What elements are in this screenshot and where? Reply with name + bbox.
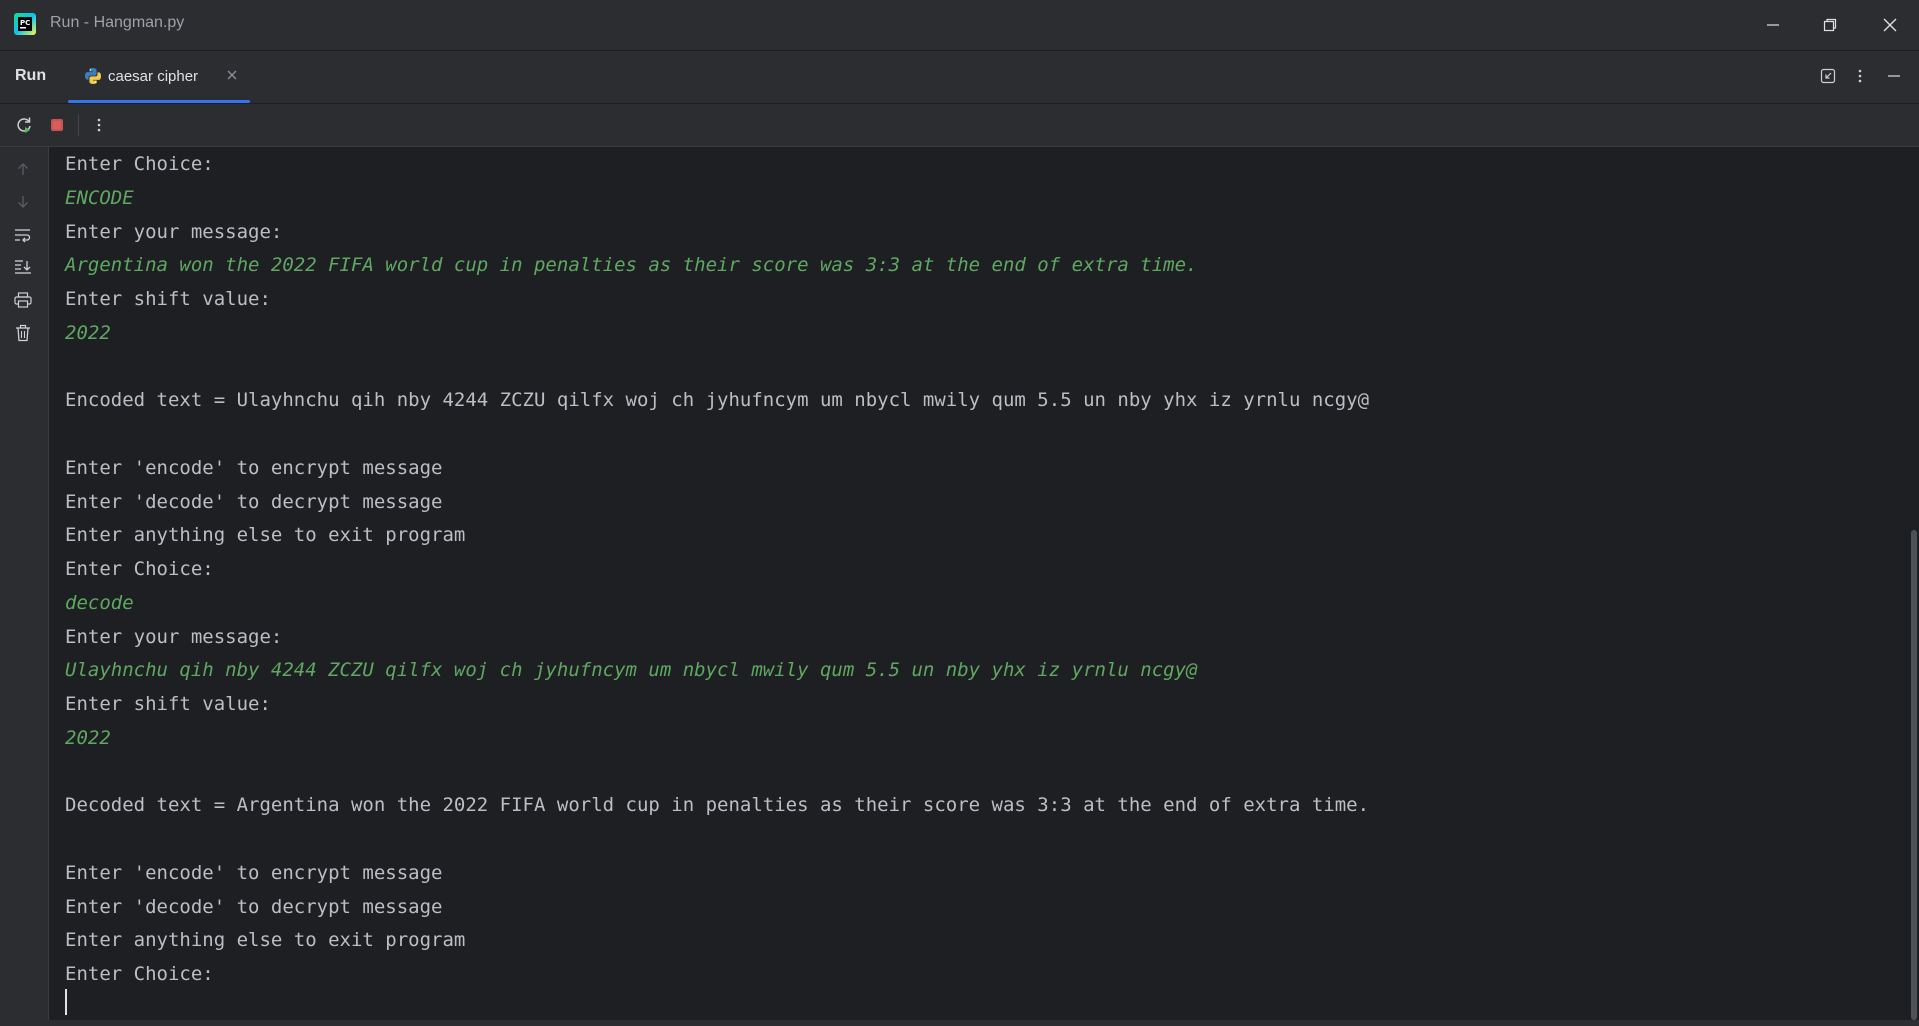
down-stack-trace-button[interactable] bbox=[13, 192, 33, 212]
tab-label: caesar cipher bbox=[108, 68, 199, 85]
close-icon bbox=[1883, 18, 1897, 32]
close-icon[interactable] bbox=[225, 68, 239, 82]
console-output-line: Enter 'decode' to decrypt message bbox=[65, 490, 443, 513]
console-output-line: Enter Choice: bbox=[65, 963, 214, 985]
print-icon bbox=[14, 292, 32, 308]
console-output-line: Enter 'encode' to encrypt message bbox=[65, 456, 443, 479]
stop-icon bbox=[51, 119, 63, 131]
soft-wrap-icon bbox=[15, 229, 31, 243]
ide-window: PC Run - Hangman.py Run caesar cipher En… bbox=[0, 0, 1919, 1026]
tab-caesar-cipher[interactable]: caesar cipher bbox=[68, 51, 250, 103]
console-user-input-line: Argentina won the 2022 FIFA world cup in… bbox=[65, 254, 1198, 277]
console-output-line: Enter Choice: bbox=[65, 153, 214, 175]
up-arrow-icon bbox=[18, 163, 28, 175]
rerun-icon bbox=[17, 117, 31, 133]
status-strip bbox=[0, 1020, 1919, 1026]
console-output-line: Enter Choice: bbox=[65, 558, 214, 580]
print-button[interactable] bbox=[13, 290, 33, 310]
window-title: Run - Hangman.py bbox=[50, 14, 185, 31]
restore-icon bbox=[1823, 18, 1837, 32]
trash-icon bbox=[16, 324, 30, 342]
rerun-button[interactable] bbox=[14, 115, 34, 135]
active-tab-indicator bbox=[68, 100, 250, 103]
restore-layout-button[interactable] bbox=[1818, 66, 1838, 86]
minimize-icon bbox=[1767, 24, 1779, 26]
text-cursor bbox=[65, 989, 67, 1015]
run-toolbar bbox=[0, 104, 1919, 147]
more-vertical-icon bbox=[1858, 69, 1862, 83]
console-output-line: Enter 'encode' to encrypt message bbox=[65, 861, 443, 884]
console-output-line: Enter shift value: bbox=[65, 693, 271, 715]
scroll-to-end-icon bbox=[15, 260, 31, 274]
window-restore-button[interactable] bbox=[1802, 0, 1858, 50]
more-vertical-icon bbox=[97, 118, 101, 132]
svg-text:PC: PC bbox=[20, 19, 30, 27]
console-output-line: Enter 'decode' to decrypt message bbox=[65, 895, 443, 918]
title-bar: PC Run - Hangman.py bbox=[0, 0, 1919, 51]
clear-all-button[interactable] bbox=[13, 323, 33, 343]
console-output-line: Enter shift value: bbox=[65, 288, 271, 310]
stop-button[interactable] bbox=[47, 115, 67, 135]
console-output-line: Enter anything else to exit program bbox=[65, 929, 466, 952]
scrollbar-thumb[interactable] bbox=[1911, 530, 1917, 1020]
console-user-input-line: ENCODE bbox=[65, 186, 134, 209]
hide-tool-window-button[interactable] bbox=[1884, 66, 1904, 86]
minimize-icon bbox=[1888, 75, 1900, 77]
pycharm-icon: PC bbox=[14, 13, 36, 35]
console-output-line: Decoded text = Argentina won the 2022 FI… bbox=[65, 794, 1370, 817]
console-output-line: Enter your message: bbox=[65, 220, 283, 243]
console-user-input-line: Ulayhnchu qih nby 4244 ZCZU qilfx woj ch… bbox=[65, 659, 1198, 682]
down-arrow-icon bbox=[18, 196, 28, 208]
console-output[interactable]: Enter Choice: ENCODE Enter your message: Ar… bbox=[49, 147, 1905, 1020]
tab-options-button[interactable] bbox=[1850, 66, 1870, 86]
python-icon bbox=[85, 68, 101, 84]
up-stack-trace-button[interactable] bbox=[13, 159, 33, 179]
console-output-line: Enter anything else to exit program bbox=[65, 524, 466, 547]
console-scrollbar[interactable] bbox=[1908, 147, 1919, 1020]
toolbar-separator bbox=[78, 114, 79, 136]
console-user-input-line: decode bbox=[65, 591, 134, 614]
console-side-toolbar bbox=[0, 147, 49, 1026]
run-tool-window-title: Run bbox=[15, 67, 47, 84]
console-user-input-line: 2022 bbox=[65, 726, 111, 749]
console-user-input-line: 2022 bbox=[65, 321, 111, 344]
run-tool-window-header: Run caesar cipher bbox=[0, 51, 1919, 104]
window-minimize-button[interactable] bbox=[1745, 0, 1801, 50]
more-actions-button[interactable] bbox=[89, 115, 109, 135]
soft-wrap-button[interactable] bbox=[13, 225, 33, 245]
console-output-line: Encoded text = Ulayhnchu qih nby 4244 ZC… bbox=[65, 389, 1370, 412]
console-output-line: Enter your message: bbox=[65, 625, 283, 648]
scroll-to-end-button[interactable] bbox=[13, 257, 33, 277]
restore-layout-icon bbox=[1820, 68, 1836, 84]
window-close-button[interactable] bbox=[1862, 0, 1918, 50]
